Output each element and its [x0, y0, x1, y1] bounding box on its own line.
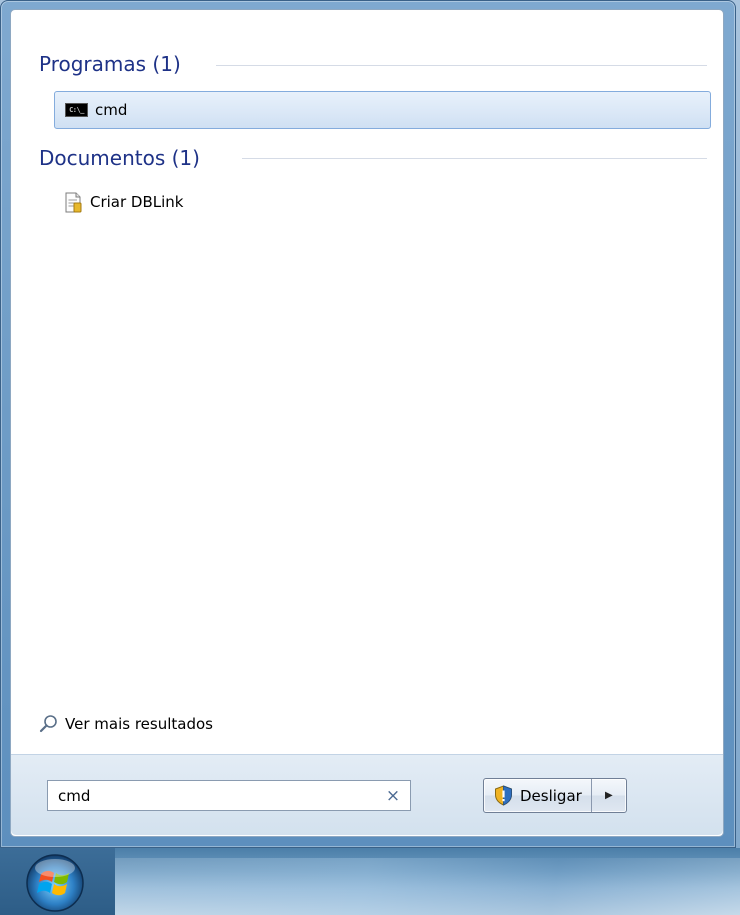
- start-orb-button[interactable]: [21, 852, 89, 912]
- text-document-icon: [65, 192, 82, 212]
- search-shutdown-bar: × Desligar ▶: [11, 754, 723, 835]
- start-menu: Programas (1) C:\_ cmd Documentos (1) Cr…: [0, 0, 736, 848]
- documents-group-header: Documentos (1): [39, 146, 200, 170]
- search-icon: [39, 715, 57, 733]
- command-prompt-icon: C:\_: [65, 103, 88, 117]
- shutdown-split-button: Desligar ▶: [483, 778, 627, 813]
- programs-divider: [216, 65, 707, 66]
- see-more-results-link[interactable]: Ver mais resultados: [39, 714, 213, 733]
- documents-divider: [242, 158, 707, 159]
- shutdown-options-button[interactable]: ▶: [590, 779, 626, 812]
- result-item-cmd[interactable]: C:\_ cmd: [54, 91, 711, 129]
- search-results-pane: Programas (1) C:\_ cmd Documentos (1) Cr…: [10, 9, 724, 837]
- result-item-label: Criar DBLink: [90, 193, 184, 211]
- search-input[interactable]: [48, 781, 380, 810]
- programs-group-title: Programas (1): [39, 52, 181, 76]
- shutdown-button[interactable]: Desligar: [484, 779, 591, 812]
- start-button-area: [0, 848, 115, 915]
- result-item-label: cmd: [95, 101, 128, 119]
- taskbar: [0, 848, 740, 915]
- chevron-right-icon: ▶: [604, 790, 613, 801]
- shutdown-label: Desligar: [520, 786, 582, 805]
- shield-warning-icon: [495, 785, 512, 806]
- clear-search-icon[interactable]: ×: [380, 786, 406, 806]
- programs-group-header: Programas (1): [39, 52, 181, 76]
- see-more-results-label: Ver mais resultados: [65, 714, 213, 733]
- search-box: ×: [47, 780, 411, 811]
- result-item-criar-dblink[interactable]: Criar DBLink: [65, 190, 184, 214]
- documents-group-title: Documentos (1): [39, 146, 200, 170]
